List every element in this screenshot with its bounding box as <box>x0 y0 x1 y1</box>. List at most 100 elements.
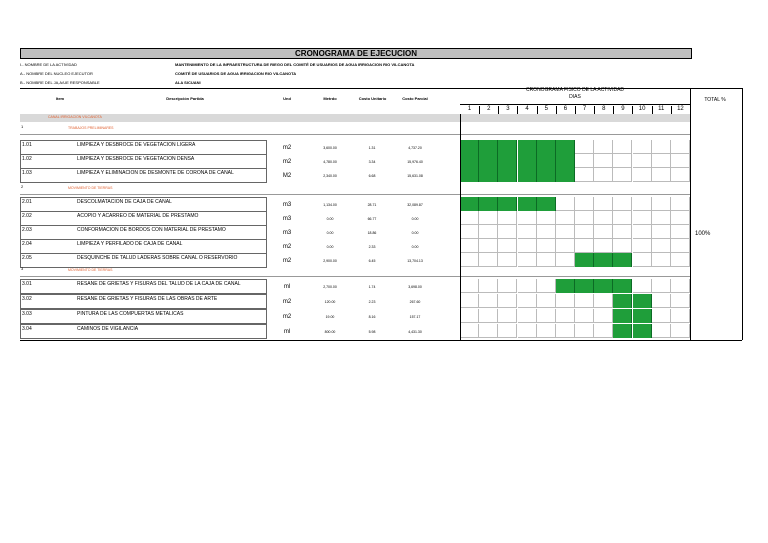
day-cell <box>651 197 671 211</box>
day-cell <box>460 279 480 293</box>
row-item-code: 2.02 <box>22 213 32 219</box>
schedule-bar-cell <box>517 154 537 168</box>
day-cell <box>575 225 595 239</box>
row-unit-cost: 3.34 <box>368 160 376 164</box>
schedule-bar-cell <box>517 197 537 211</box>
day-cell <box>651 309 671 323</box>
group-name: MOVIMIENTO DE TIERRAS <box>68 186 113 190</box>
day-cell <box>594 211 614 225</box>
schedule-bar-cell <box>536 168 556 182</box>
day-cell <box>670 324 690 338</box>
day-cell <box>670 197 690 211</box>
row-partial-cost: 0.00 <box>411 217 419 221</box>
schedule-bar-cell <box>632 294 652 308</box>
group-divider <box>20 276 690 277</box>
schedule-bar-cell <box>575 253 595 267</box>
day-cell <box>632 140 652 154</box>
day-cell <box>498 279 518 293</box>
row-partial-cost: 15,976.40 <box>407 160 423 164</box>
day-cell <box>670 239 690 253</box>
day-cell <box>460 211 480 225</box>
row-description: LIMPIEZA Y DESBROCE DE VEGETACION DENSA <box>77 156 195 162</box>
row-unit-cost: 2.23 <box>368 300 376 304</box>
row-unit-cost: 6.68 <box>368 174 376 178</box>
day-cell <box>575 324 595 338</box>
row-item-code: 3.03 <box>22 311 32 317</box>
frame-left-day <box>460 114 461 340</box>
day-cell <box>479 324 499 338</box>
row-partial-cost: 3,698.00 <box>408 285 422 289</box>
day-cell <box>594 140 614 154</box>
row-item-code: 3.04 <box>22 326 32 332</box>
row-description: CONFORMACION DE BORDOS CON MATERIAL DE P… <box>77 227 226 233</box>
day-cell <box>555 211 575 225</box>
day-cell <box>575 239 595 253</box>
schedule-bar-cell <box>479 168 499 182</box>
day-cell <box>651 294 671 308</box>
row-description: PINTURA DE LAS COMPUERTAS METALICAS <box>77 311 184 317</box>
row-description: RESANE DE GRIETAS Y FISURAS DE LAS OBRAS… <box>77 296 218 302</box>
day-cell <box>594 225 614 239</box>
group-number: 2 <box>21 184 24 189</box>
schedule-bar-cell <box>498 168 518 182</box>
row-metrado: 800.00 <box>324 330 336 334</box>
day-cell <box>536 225 556 239</box>
schedule-bar-cell <box>613 324 633 338</box>
schedule-bar-cell <box>632 324 652 338</box>
day-cell <box>479 309 499 323</box>
day-cell <box>613 239 633 253</box>
row-item-code: 2.04 <box>22 241 32 247</box>
day-cell <box>555 294 575 308</box>
day-cell <box>651 324 671 338</box>
day-cell <box>536 253 556 267</box>
day-cell <box>651 211 671 225</box>
row-partial-cost: 15,631.08 <box>407 174 423 178</box>
row-metrado: 0.00 <box>326 231 334 235</box>
day-cell <box>613 211 633 225</box>
day-cell <box>536 239 556 253</box>
day-cell <box>575 211 595 225</box>
schedule-bar-cell <box>498 197 518 211</box>
row-unit-cost: 1.74 <box>368 285 376 289</box>
row-unit: m3 <box>282 230 292 236</box>
group-divider <box>20 194 690 195</box>
day-cell <box>517 253 537 267</box>
day-cell <box>594 324 614 338</box>
day-cell <box>594 239 614 253</box>
row-partial-cost: 157.17 <box>409 315 421 319</box>
day-cell <box>479 211 499 225</box>
day-cell <box>498 225 518 239</box>
day-cell <box>517 294 537 308</box>
day-cell <box>536 294 556 308</box>
schedule-bar-cell <box>555 154 575 168</box>
schedule-bar-cell <box>632 309 652 323</box>
schedule-bar-cell <box>517 140 537 154</box>
day-cell <box>517 309 537 323</box>
row-metrado: 120.00 <box>324 300 336 304</box>
schedule-bar-cell <box>460 197 480 211</box>
schedule-bar-cell <box>555 168 575 182</box>
row-unit: m2 <box>282 145 292 151</box>
schedule-bar-cell <box>498 154 518 168</box>
schedule-bar-cell <box>460 154 480 168</box>
schedule-bar-cell <box>555 140 575 154</box>
day-cell <box>460 324 480 338</box>
group-name: TRABAJOS PRELIMINARES <box>68 126 114 130</box>
day-cell <box>632 197 652 211</box>
day-cell <box>670 154 690 168</box>
day-cell <box>479 239 499 253</box>
schedule-bar-cell <box>555 279 575 293</box>
row-box <box>20 324 267 339</box>
frame-bottom <box>20 340 742 341</box>
schedule-bar-cell <box>594 253 614 267</box>
row-item-code: 2.01 <box>22 199 32 205</box>
schedule-bar-cell <box>613 294 633 308</box>
day-cell <box>632 239 652 253</box>
schedule-bar-cell <box>536 154 556 168</box>
schedule-bar-cell <box>460 168 480 182</box>
day-cell <box>460 294 480 308</box>
row-metrado: 0.00 <box>326 217 334 221</box>
day-cell <box>460 309 480 323</box>
row-item-code: 2.05 <box>22 255 32 261</box>
day-cell <box>670 253 690 267</box>
